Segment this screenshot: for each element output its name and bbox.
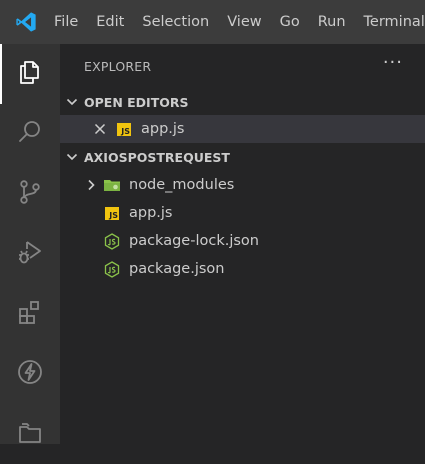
search-icon <box>16 118 44 150</box>
tree-item-node-modules[interactable]: node_modules <box>60 171 425 199</box>
menu-run[interactable]: Run <box>309 0 355 44</box>
open-editors-title: OPEN EDITORS <box>84 94 189 110</box>
chevron-down-icon <box>64 94 80 110</box>
menu-selection[interactable]: Selection <box>133 0 218 44</box>
run-debug-icon <box>16 238 44 270</box>
explorer-sidebar: EXPLORER ··· OPEN EDITORS JS app.js AXIO… <box>60 44 425 444</box>
activity-lightning[interactable] <box>0 344 60 404</box>
workspace-title: AXIOSPOSTREQUEST <box>84 149 230 165</box>
activity-source-control[interactable] <box>0 164 60 224</box>
menu-edit[interactable]: Edit <box>87 0 133 44</box>
close-icon[interactable] <box>91 123 109 135</box>
vscode-logo-icon <box>0 0 52 44</box>
extensions-icon <box>16 298 44 330</box>
menu-file[interactable]: File <box>52 0 87 44</box>
js-icon: JS <box>115 120 133 138</box>
explorer-header: EXPLORER ··· <box>60 44 425 88</box>
activity-explorer[interactable] <box>0 44 60 104</box>
tree-item-label: package.json <box>129 261 225 277</box>
activity-run-debug[interactable] <box>0 224 60 284</box>
tree-item-label: node_modules <box>129 177 235 193</box>
nodejs-icon <box>103 232 121 250</box>
tree-item-label: app.js <box>129 205 173 221</box>
folder-icon <box>103 176 121 194</box>
menu-view[interactable]: View <box>218 0 270 44</box>
nodejs-icon <box>103 260 121 278</box>
tree-item-app-js[interactable]: JS app.js <box>60 199 425 227</box>
more-actions-icon[interactable]: ··· <box>383 54 403 72</box>
explorer-icon <box>16 58 44 90</box>
activity-bar <box>0 44 60 444</box>
activity-folder[interactable] <box>0 404 60 464</box>
menu-go[interactable]: Go <box>271 0 309 44</box>
folder-icon <box>16 418 44 450</box>
open-editors-header[interactable]: OPEN EDITORS <box>60 89 425 115</box>
title-bar: File Edit Selection View Go Run Terminal <box>0 0 425 44</box>
source-control-icon <box>16 178 44 210</box>
js-icon: JS <box>103 204 121 222</box>
tree-item-label: package-lock.json <box>129 233 259 249</box>
activity-search[interactable] <box>0 104 60 164</box>
workspace-header[interactable]: AXIOSPOSTREQUEST <box>60 144 425 170</box>
chevron-down-icon <box>64 149 80 165</box>
lightning-icon <box>16 358 44 390</box>
explorer-title: EXPLORER <box>84 59 152 74</box>
open-editor-filename: app.js <box>141 121 185 137</box>
menu-terminal[interactable]: Terminal <box>355 0 425 44</box>
chevron-right-icon <box>83 178 99 192</box>
tree-item-package-json[interactable]: package.json <box>60 255 425 283</box>
activity-extensions[interactable] <box>0 284 60 344</box>
tree-item-package-lock-json[interactable]: package-lock.json <box>60 227 425 255</box>
open-editor-item[interactable]: JS app.js <box>60 115 425 143</box>
